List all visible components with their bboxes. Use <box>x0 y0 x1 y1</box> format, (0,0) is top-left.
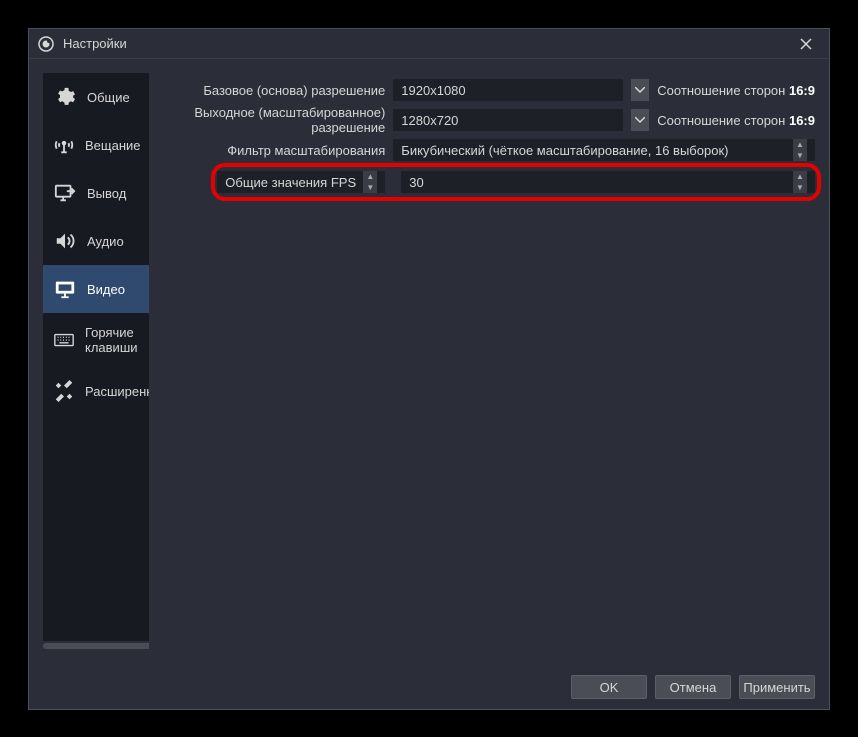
base-resolution-row: Базовое (основа) разрешение 1920x1080 Со… <box>159 77 815 103</box>
sidebar-item-label: Вывод <box>87 186 126 201</box>
dropdown-button[interactable] <box>631 109 649 131</box>
cancel-button[interactable]: Отмена <box>655 675 731 699</box>
sidebar: Общие Вещание <box>43 73 149 651</box>
stepper-up[interactable]: ▲ <box>363 171 377 182</box>
fps-type-stepper: ▲ ▼ <box>363 171 377 193</box>
downscale-filter-label: Фильтр масштабирования <box>159 143 385 158</box>
stepper-up[interactable]: ▲ <box>793 139 807 150</box>
sidebar-item-hotkeys[interactable]: Горячие клавиши <box>43 313 149 367</box>
scrollbar-thumb[interactable] <box>43 643 149 649</box>
window-title: Настройки <box>63 36 791 51</box>
stepper-down[interactable]: ▼ <box>793 182 807 193</box>
sidebar-item-label: Аудио <box>87 234 124 249</box>
dialog-footer: OK Отмена Применить <box>29 665 829 709</box>
apply-button[interactable]: Применить <box>739 675 815 699</box>
monitor-icon <box>53 277 77 301</box>
aspect-ratio-label: Соотношение сторон 16:9 <box>657 113 815 128</box>
stepper-down[interactable]: ▼ <box>363 182 377 193</box>
sidebar-item-output[interactable]: Вывод <box>43 169 149 217</box>
fps-row: Общие значения FPS ▲ ▼ 30 ▲ ▼ <box>159 169 815 195</box>
speaker-icon <box>53 229 77 253</box>
downscale-filter-row: Фильтр масштабирования Бикубический (чёт… <box>159 137 815 163</box>
broadcast-icon <box>53 133 75 157</box>
video-settings-panel: Базовое (основа) разрешение 1920x1080 Со… <box>159 73 815 651</box>
content-area: Общие Вещание <box>29 59 829 665</box>
sidebar-item-label: Общие <box>87 90 130 105</box>
output-resolution-value: 1280x720 <box>401 113 615 128</box>
filter-stepper: ▲ ▼ <box>793 139 807 161</box>
sidebar-scrollbar[interactable] <box>43 641 149 651</box>
sidebar-item-label: Горячие клавиши <box>85 325 139 355</box>
sidebar-item-label: Вещание <box>85 138 141 153</box>
app-icon <box>37 35 55 53</box>
sidebar-item-label: Видео <box>87 282 125 297</box>
sidebar-item-video[interactable]: Видео <box>43 265 149 313</box>
downscale-filter-value: Бикубический (чёткое масштабирование, 16… <box>401 143 793 158</box>
aspect-ratio-label: Соотношение сторон 16:9 <box>657 83 815 98</box>
titlebar: Настройки <box>29 29 829 59</box>
sidebar-item-audio[interactable]: Аудио <box>43 217 149 265</box>
fps-type-label: Общие значения FPS <box>225 175 363 190</box>
sidebar-item-stream[interactable]: Вещание <box>43 121 149 169</box>
close-button[interactable] <box>791 33 821 55</box>
tools-icon <box>53 379 75 403</box>
base-resolution-select[interactable]: 1920x1080 <box>393 79 623 101</box>
keyboard-icon <box>53 328 75 352</box>
output-resolution-label: Выходное (масштабированное) разрешение <box>159 105 385 135</box>
fps-value: 30 <box>409 175 793 190</box>
ok-button[interactable]: OK <box>571 675 647 699</box>
stepper-up[interactable]: ▲ <box>793 171 807 182</box>
gear-icon <box>53 85 77 109</box>
output-resolution-select[interactable]: 1280x720 <box>393 109 623 131</box>
base-resolution-label: Базовое (основа) разрешение <box>159 83 385 98</box>
fps-value-stepper: ▲ ▼ <box>793 171 807 193</box>
sidebar-item-advanced[interactable]: Расширенные <box>43 367 149 415</box>
settings-window: Настройки Общие <box>28 28 830 710</box>
monitor-out-icon <box>53 181 77 205</box>
sidebar-item-label: Расширенные <box>85 384 149 399</box>
fps-type-select[interactable]: Общие значения FPS ▲ ▼ <box>217 171 385 193</box>
output-resolution-row: Выходное (масштабированное) разрешение 1… <box>159 107 815 133</box>
sidebar-item-general[interactable]: Общие <box>43 73 149 121</box>
fps-value-select[interactable]: 30 ▲ ▼ <box>401 171 815 193</box>
stepper-down[interactable]: ▼ <box>793 150 807 161</box>
dropdown-button[interactable] <box>631 79 649 101</box>
base-resolution-value: 1920x1080 <box>401 83 615 98</box>
downscale-filter-select[interactable]: Бикубический (чёткое масштабирование, 16… <box>393 139 815 161</box>
